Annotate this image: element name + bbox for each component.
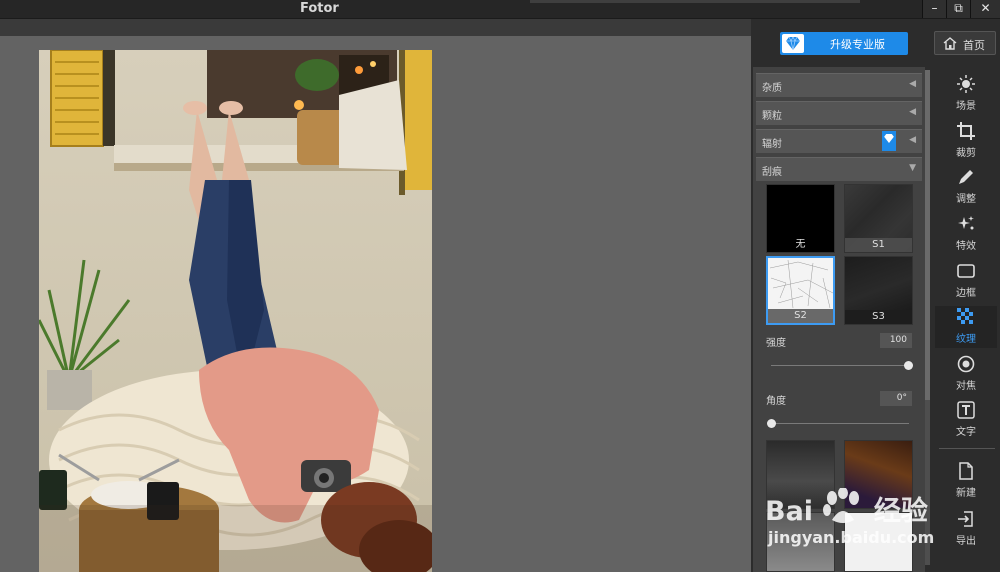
texture-icon xyxy=(957,308,973,324)
texture-label: 无 xyxy=(795,239,806,250)
watermark-brand: Bai xyxy=(765,496,814,527)
angle-slider-track[interactable] xyxy=(771,423,909,424)
tool-effects[interactable]: 特效 xyxy=(935,213,997,255)
focus-icon xyxy=(957,355,975,373)
scratch-texture-image xyxy=(769,259,833,309)
section-scratch[interactable]: 刮痕 ▼ xyxy=(756,157,922,181)
upgrade-pro-button[interactable]: 升级专业版 xyxy=(780,32,908,55)
collapse-arrow-icon: ◀ xyxy=(909,107,916,117)
crop-icon xyxy=(957,122,975,140)
tool-label: 对焦 xyxy=(956,381,976,392)
tool-scene[interactable]: 场景 xyxy=(935,73,997,115)
section-label: 颗粒 xyxy=(762,111,782,122)
tool-label: 调整 xyxy=(956,194,976,205)
baidu-watermark: Bai 经验 xyxy=(765,487,928,528)
title-bar: Fotor – ⧉ ✕ xyxy=(0,0,1000,19)
sun-icon xyxy=(957,75,975,93)
tool-crop[interactable]: 裁剪 xyxy=(935,120,997,162)
section-impurity[interactable]: 杂质 ◀ xyxy=(756,73,922,97)
home-button[interactable]: 首页 xyxy=(934,31,996,55)
home-label: 首页 xyxy=(963,39,985,52)
paw-logo-icon xyxy=(823,487,860,523)
export-icon xyxy=(958,511,973,527)
expand-arrow-icon: ▼ xyxy=(909,163,916,173)
tool-text[interactable]: 文字 xyxy=(935,399,997,441)
photo-image xyxy=(39,50,432,572)
text-icon xyxy=(957,401,975,419)
new-file-icon xyxy=(959,462,973,480)
angle-label: 角度 xyxy=(766,396,786,407)
upgrade-label: 升级专业版 xyxy=(830,38,885,51)
tool-label: 导出 xyxy=(956,536,976,547)
texture-thumb-s2[interactable]: S2 xyxy=(766,256,835,325)
section-label: 辐射 xyxy=(762,139,782,150)
watermark-brand-cn: 经验 xyxy=(873,496,928,527)
pro-badge-icon xyxy=(882,131,896,151)
strength-slider-knob[interactable] xyxy=(904,361,913,370)
fotor-app: Fotor – ⧉ ✕ 升级专业版 首页 杂质 ◀ 颗粒 ◀ 辐射 ◀ 刮痕 ▼… xyxy=(0,0,1000,572)
tool-texture[interactable]: 纹理 xyxy=(935,306,997,348)
texture-thumb-s1[interactable]: S1 xyxy=(844,184,913,253)
strength-value[interactable]: 100 xyxy=(880,333,912,348)
texture-label: S3 xyxy=(845,310,912,324)
sparkle-icon xyxy=(958,216,974,230)
home-icon xyxy=(943,37,957,50)
watermark-url: jingyan.baidu.com xyxy=(768,528,935,547)
texture-thumb-none[interactable]: 无 xyxy=(766,184,835,253)
section-label: 刮痕 xyxy=(762,167,782,178)
maximize-button[interactable]: ⧉ xyxy=(946,0,970,18)
tool-frame[interactable]: 边框 xyxy=(935,260,997,302)
tool-label: 裁剪 xyxy=(956,148,976,159)
texture-thumb-s3[interactable]: S3 xyxy=(844,256,913,325)
section-label: 杂质 xyxy=(762,83,782,94)
tool-label: 文字 xyxy=(956,427,976,438)
scrollbar-thumb[interactable] xyxy=(925,70,930,400)
title-stripe xyxy=(530,0,860,3)
tool-label: 纹理 xyxy=(956,334,976,345)
strength-slider-track[interactable] xyxy=(771,365,909,366)
tool-adjust[interactable]: 调整 xyxy=(935,166,997,208)
strength-label: 强度 xyxy=(766,338,786,349)
tool-label: 边框 xyxy=(956,288,976,299)
tool-focus[interactable]: 对焦 xyxy=(935,353,997,395)
section-grain[interactable]: 颗粒 ◀ xyxy=(756,101,922,125)
angle-slider-knob[interactable] xyxy=(767,419,776,428)
tool-label: 新建 xyxy=(956,488,976,499)
collapse-arrow-icon: ◀ xyxy=(909,79,916,89)
diamond-icon xyxy=(782,34,804,53)
minimize-button[interactable]: – xyxy=(922,0,946,18)
app-title: Fotor xyxy=(300,1,339,16)
tool-label: 特效 xyxy=(956,241,976,252)
collapse-arrow-icon: ◀ xyxy=(909,135,916,145)
photo-preview[interactable] xyxy=(39,50,432,572)
pencil-icon xyxy=(959,170,973,184)
tool-export[interactable]: 导出 xyxy=(935,508,997,550)
tool-label: 场景 xyxy=(956,101,976,112)
tool-new[interactable]: 新建 xyxy=(935,460,997,502)
toolbar-divider xyxy=(939,448,995,449)
close-button[interactable]: ✕ xyxy=(970,0,1000,18)
frame-icon xyxy=(957,264,975,278)
angle-value[interactable]: 0° xyxy=(880,391,912,406)
section-radiation[interactable]: 辐射 ◀ xyxy=(756,129,922,153)
texture-label: S2 xyxy=(768,309,833,323)
texture-label: S1 xyxy=(845,238,912,252)
